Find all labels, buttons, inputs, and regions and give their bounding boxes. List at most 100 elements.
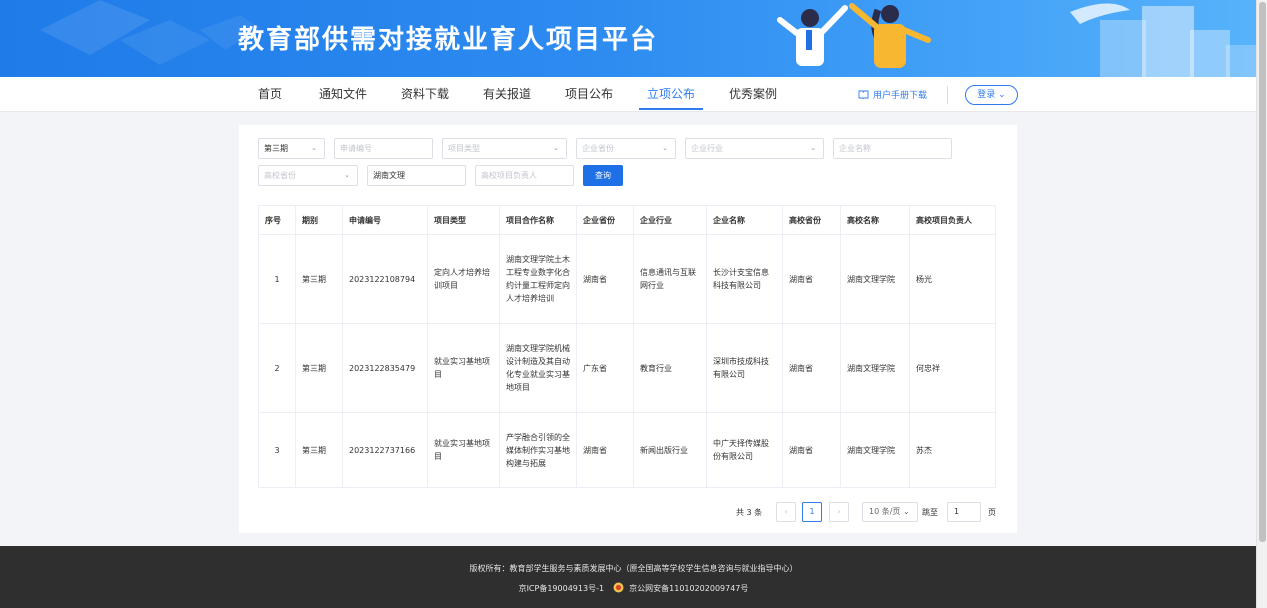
- cell-school-name: 湖南文理学院: [840, 412, 910, 488]
- banner-decoration-right: [1070, 3, 1256, 77]
- scrollbar-thumb[interactable]: [1259, 2, 1266, 542]
- cell-project-type: 就业实习基地项目: [427, 323, 500, 413]
- period-select-value: 第三期: [264, 144, 288, 153]
- cell-company-name: 中广天择传媒股份有限公司: [706, 412, 783, 488]
- chevron-down-icon: ⌄: [553, 144, 559, 152]
- page-size-select[interactable]: 10 条/页 ⌄: [862, 502, 918, 522]
- query-button[interactable]: 查询: [583, 165, 623, 186]
- cell-apply-no: 2023122737166: [342, 412, 428, 488]
- table-row: 2 第三期 2023122835479 就业实习基地项目 湖南文理学院机械设计制…: [258, 323, 996, 413]
- company-industry-select[interactable]: 企业行业 ⌄: [685, 138, 824, 159]
- company-province-select[interactable]: 企业省份 ⌄: [576, 138, 676, 159]
- cell-company-province: 广东省: [576, 323, 634, 413]
- nav-cases[interactable]: 优秀案例: [729, 77, 777, 112]
- table-row: 1 第三期 2023122108794 定向人才培养培训项目 湖南文理学院土木工…: [258, 234, 996, 324]
- cell-company-industry: 教育行业: [633, 323, 707, 413]
- table-header-row: 序号 期别 申请编号 项目类型 项目合作名称 企业省份 企业行业 企业名称 高校…: [258, 205, 996, 235]
- cell-school-name: 湖南文理学院: [840, 323, 910, 413]
- col-header-project-type: 项目类型: [427, 205, 500, 235]
- banner-decoration-left: [40, 0, 260, 65]
- nav-downloads[interactable]: 资料下载: [401, 77, 449, 112]
- banner-illustration: [777, 3, 931, 68]
- col-header-period: 期别: [295, 205, 343, 235]
- cell-period: 第三期: [295, 323, 343, 413]
- footer-registration: 京ICP备19004913号-1 京公网安备11010202009747号: [0, 582, 1267, 594]
- table-row: 3 第三期 2023122737166 就业实习基地项目 产学融合引领的全媒体制…: [258, 412, 996, 488]
- nav-approval-announce[interactable]: 立项公布: [638, 77, 704, 112]
- cell-project-type: 定向人才培养培训项目: [427, 234, 500, 324]
- cell-project-name: 湖南文理学院土木工程专业数字化合约计量工程师定向人才培养培训: [499, 234, 577, 324]
- period-select[interactable]: 第三期 ⌄: [258, 138, 325, 159]
- school-province-placeholder: 高校省份: [264, 171, 296, 180]
- pagination-prev-button[interactable]: ‹: [776, 502, 796, 522]
- school-name-input[interactable]: 湖南文理: [367, 165, 466, 186]
- cell-company-industry: 信息通讯与互联网行业: [633, 234, 707, 324]
- approval-table: 序号 期别 申请编号 项目类型 项目合作名称 企业省份 企业行业 企业名称 高校…: [258, 205, 996, 488]
- icp-link[interactable]: 京ICP备19004913号-1: [519, 584, 604, 593]
- chevron-down-icon: ⌄: [810, 144, 816, 152]
- cell-index: 1: [258, 234, 296, 324]
- nav-reports[interactable]: 有关报道: [483, 77, 531, 112]
- manual-download-label: 用户手册下载: [873, 91, 928, 101]
- col-header-company-province: 企业省份: [576, 205, 634, 235]
- cell-project-name: 湖南文理学院机械设计制造及其自动化专业就业实习基地项目: [499, 323, 577, 413]
- page-scrollbar[interactable]: [1256, 0, 1267, 608]
- cell-school-province: 湖南省: [782, 323, 841, 413]
- project-type-select[interactable]: 项目类型 ⌄: [442, 138, 567, 159]
- book-icon: [858, 90, 869, 99]
- chevron-down-icon: ⌄: [344, 171, 350, 179]
- login-button[interactable]: 登录 ⌄: [965, 85, 1018, 105]
- main-nav: 首页 通知文件 资料下载 有关报道 项目公布 立项公布 优秀案例 用户手册下载 …: [0, 77, 1267, 112]
- footer: 版权所有：教育部学生服务与素质发展中心（原全国高等学校学生信息咨询与就业指导中心…: [0, 546, 1267, 608]
- col-header-school-name: 高校名称: [840, 205, 910, 235]
- cell-company-province: 湖南省: [576, 234, 634, 324]
- school-province-select[interactable]: 高校省份 ⌄: [258, 165, 358, 186]
- cell-period: 第三期: [295, 234, 343, 324]
- cell-school-name: 湖南文理学院: [840, 234, 910, 324]
- site-title: 教育部供需对接就业育人项目平台: [238, 25, 659, 55]
- cell-apply-no: 2023122835479: [342, 323, 428, 413]
- cell-apply-no: 2023122108794: [342, 234, 428, 324]
- col-header-company-industry: 企业行业: [633, 205, 707, 235]
- pagination-unit-label: 页: [988, 508, 996, 517]
- cell-project-type: 就业实习基地项目: [427, 412, 500, 488]
- cell-company-industry: 新闻出版行业: [633, 412, 707, 488]
- col-header-apply-no: 申请编号: [342, 205, 428, 235]
- cell-company-province: 湖南省: [576, 412, 634, 488]
- pagination-total: 共 3 条: [736, 508, 763, 517]
- company-province-placeholder: 企业省份: [582, 144, 614, 153]
- cell-company-name: 深圳市技成科技有限公司: [706, 323, 783, 413]
- pagination-next-button[interactable]: ›: [829, 502, 849, 522]
- apply-no-input[interactable]: 申请编号: [334, 138, 433, 159]
- col-header-school-province: 高校省份: [782, 205, 841, 235]
- col-header-index: 序号: [258, 205, 296, 235]
- company-name-input[interactable]: 企业名称: [833, 138, 952, 159]
- cell-index: 2: [258, 323, 296, 413]
- header-banner: 教育部供需对接就业育人项目平台: [0, 0, 1267, 77]
- chevron-down-icon: ⌄: [662, 144, 668, 152]
- nav-home[interactable]: 首页: [258, 77, 282, 112]
- pagination-jump-label: 跳至: [922, 508, 938, 517]
- col-header-school-leader: 高校项目负责人: [909, 205, 996, 235]
- cell-school-leader: 苏杰: [909, 412, 996, 488]
- company-industry-placeholder: 企业行业: [691, 144, 723, 153]
- school-leader-input[interactable]: 高校项目负责人: [475, 165, 574, 186]
- police-badge-icon: [613, 582, 624, 593]
- chevron-down-icon: ⌄: [311, 144, 317, 152]
- cell-school-leader: 何忠祥: [909, 323, 996, 413]
- manual-download-link[interactable]: 用户手册下载: [858, 88, 927, 101]
- pagination-jump-input[interactable]: 1: [947, 502, 981, 522]
- police-record-link[interactable]: 京公网安备11010202009747号: [629, 584, 748, 593]
- nav-divider: [947, 86, 948, 104]
- cell-index: 3: [258, 412, 296, 488]
- cell-company-name: 长沙计支宝信息科技有限公司: [706, 234, 783, 324]
- nav-project-announce[interactable]: 项目公布: [565, 77, 613, 112]
- project-type-placeholder: 项目类型: [448, 144, 480, 153]
- nav-notices[interactable]: 通知文件: [319, 77, 367, 112]
- col-header-company-name: 企业名称: [706, 205, 783, 235]
- cell-school-province: 湖南省: [782, 412, 841, 488]
- cell-school-province: 湖南省: [782, 234, 841, 324]
- pagination-page-1[interactable]: 1: [802, 502, 822, 522]
- footer-copyright: 版权所有：教育部学生服务与素质发展中心（原全国高等学校学生信息咨询与就业指导中心…: [469, 564, 798, 573]
- cell-project-name: 产学融合引领的全媒体制作实习基地构建与拓展: [499, 412, 577, 488]
